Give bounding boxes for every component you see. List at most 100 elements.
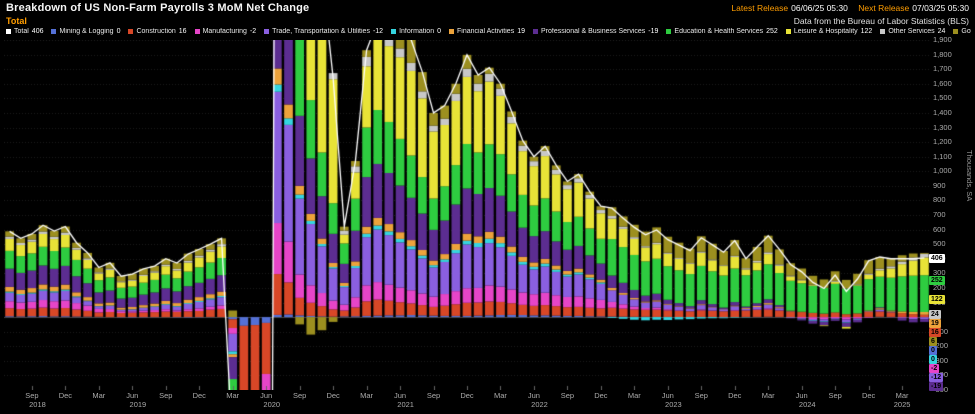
x-axis-month-label: Mar (892, 391, 912, 400)
header-row: Breakdown of US Non-Farm Payrolls 3 MoM … (6, 2, 969, 14)
x-axis-month-label: Sep (290, 391, 310, 400)
legend-item-total[interactable]: Total406 (6, 28, 43, 35)
legend-swatch-icon (51, 29, 56, 34)
last-value-badge: 122 (929, 295, 945, 304)
legend-value: 19 (517, 28, 525, 35)
legend-swatch-icon (953, 29, 958, 34)
x-axis-month-label: Jun (122, 391, 142, 400)
next-release-label: Next Release (858, 3, 909, 13)
last-value-badge: 19 (929, 319, 941, 328)
legend-swatch-icon (6, 29, 11, 34)
legend-item-other-services[interactable]: Other Services 24 (880, 28, 945, 35)
legend-swatch-icon (195, 29, 200, 34)
x-axis-month-label: Mar (490, 391, 510, 400)
legend-value: 16 (179, 28, 187, 35)
latest-release-value: 06/06/25 05:30 (791, 3, 848, 13)
x-axis-year-label: 2023 (658, 400, 688, 409)
x-axis-month-label: Sep (825, 391, 845, 400)
x-axis-year-label: 2018 (22, 400, 52, 409)
legend-label: Total (14, 28, 29, 35)
legend-label: Financial Activities (457, 28, 514, 35)
x-axis-month-label: Sep (557, 391, 577, 400)
last-value-badge: -2 (929, 364, 939, 373)
legend-label: Manufacturing (203, 28, 247, 35)
x-axis-month-label: Sep (156, 391, 176, 400)
last-value-badge: 6 (929, 337, 937, 346)
last-value-badge: 0 (929, 346, 937, 355)
last-value-badge: -12 (929, 373, 943, 382)
legend-swatch-icon (264, 29, 269, 34)
legend-swatch-icon (666, 29, 671, 34)
legend-value: -12 (373, 28, 383, 35)
release-info: Latest Release06/06/25 05:30 Next Releas… (723, 3, 969, 13)
legend-swatch-icon (880, 29, 885, 34)
last-value-badge: 16 (929, 328, 941, 337)
x-axis-month-label: Mar (223, 391, 243, 400)
legend-value: 122 (861, 28, 873, 35)
legend-value: 0 (117, 28, 121, 35)
x-axis-month-label: Jun (390, 391, 410, 400)
x-axis-month-label: Dec (189, 391, 209, 400)
x-axis-month-label: Dec (725, 391, 745, 400)
legend-swatch-icon (391, 29, 396, 34)
x-axis-month-label: Dec (457, 391, 477, 400)
legend-label: Mining & Logging (59, 28, 113, 35)
x-axis-year-label: 2022 (525, 400, 555, 409)
legend-item-mining-logging[interactable]: Mining & Logging 0 (51, 28, 120, 35)
legend-swatch-icon (786, 29, 791, 34)
legend-label: Trade, Transportation & Utilities (272, 28, 370, 35)
legend-swatch-icon (449, 29, 454, 34)
legend-item-professional-business-services[interactable]: Professional & Business Services-19 (533, 28, 658, 35)
legend-label: Information (399, 28, 434, 35)
legend-item-trade-transportation-utilities[interactable]: Trade, Transportation & Utilities-12 (264, 28, 383, 35)
legend-item-leisure-hospitality[interactable]: Leisure & Hospitality122 (786, 28, 873, 35)
legend-label: Construction (136, 28, 175, 35)
legend-value: 252 (766, 28, 778, 35)
x-axis-month-label: Mar (89, 391, 109, 400)
x-axis-month-label: Mar (758, 391, 778, 400)
bloomberg-chart-window: Breakdown of US Non-Farm Payrolls 3 MoM … (0, 0, 975, 414)
x-axis-month-label: Dec (55, 391, 75, 400)
legend: Total406 Mining & Logging 0 Construction 16 M… (6, 28, 971, 35)
x-axis-year-label: 2025 (887, 400, 917, 409)
last-value-badge: 252 (929, 276, 945, 285)
series-selector-total[interactable]: Total (6, 16, 27, 26)
x-axis-month-label: Jun (658, 391, 678, 400)
legend-swatch-icon (533, 29, 538, 34)
legend-label: Leisure & Hospitality (794, 28, 858, 35)
subheader-row: Total Data from the Bureau of Labor Stat… (6, 16, 969, 26)
legend-item-information[interactable]: Information0 (391, 28, 441, 35)
x-axis-month-label: Jun (792, 391, 812, 400)
legend-item-government[interactable]: Government6 (953, 28, 971, 35)
legend-item-manufacturing[interactable]: Manufacturing-2 (195, 28, 257, 35)
x-axis: Sep Dec Mar Jun Sep Dec Mar Jun Sep Dec Mar Jun Sep D… (4, 391, 930, 413)
x-axis-year-label: 2019 (123, 400, 153, 409)
legend-value: 406 (32, 28, 44, 35)
legend-item-construction[interactable]: Construction 16 (128, 28, 186, 35)
x-axis-year-label: 2021 (391, 400, 421, 409)
page-title: Breakdown of US Non-Farm Payrolls 3 MoM … (6, 2, 309, 14)
x-axis-month-label: Jun (524, 391, 544, 400)
legend-label: Education & Health Services (674, 28, 763, 35)
legend-value: -19 (648, 28, 658, 35)
x-axis-month-label: Dec (591, 391, 611, 400)
legend-item-education-health-services[interactable]: Education & Health Services252 (666, 28, 777, 35)
x-axis-month-label: Dec (859, 391, 879, 400)
legend-item-financial-activities[interactable]: Financial Activities19 (449, 28, 525, 35)
legend-value: 24 (938, 28, 946, 35)
x-axis-month-label: Sep (691, 391, 711, 400)
last-value-badge: 24 (929, 310, 941, 319)
legend-label: Professional & Business Services (541, 28, 645, 35)
last-value-badge: -19 (929, 382, 943, 391)
last-value-badge: 0 (929, 355, 937, 364)
x-axis-year-label: 2024 (792, 400, 822, 409)
legend-label: Other Services (888, 28, 934, 35)
last-value-badge: 406 (929, 254, 945, 263)
legend-value: 0 (437, 28, 441, 35)
source-note: Data from the Bureau of Labor Statistics… (794, 16, 969, 26)
payrolls-stacked-bar-chart[interactable] (4, 40, 930, 390)
x-axis-year-label: 2020 (257, 400, 287, 409)
x-axis-month-label: Jun (256, 391, 276, 400)
x-axis-month-label: Dec (323, 391, 343, 400)
latest-release-label: Latest Release (731, 3, 788, 13)
